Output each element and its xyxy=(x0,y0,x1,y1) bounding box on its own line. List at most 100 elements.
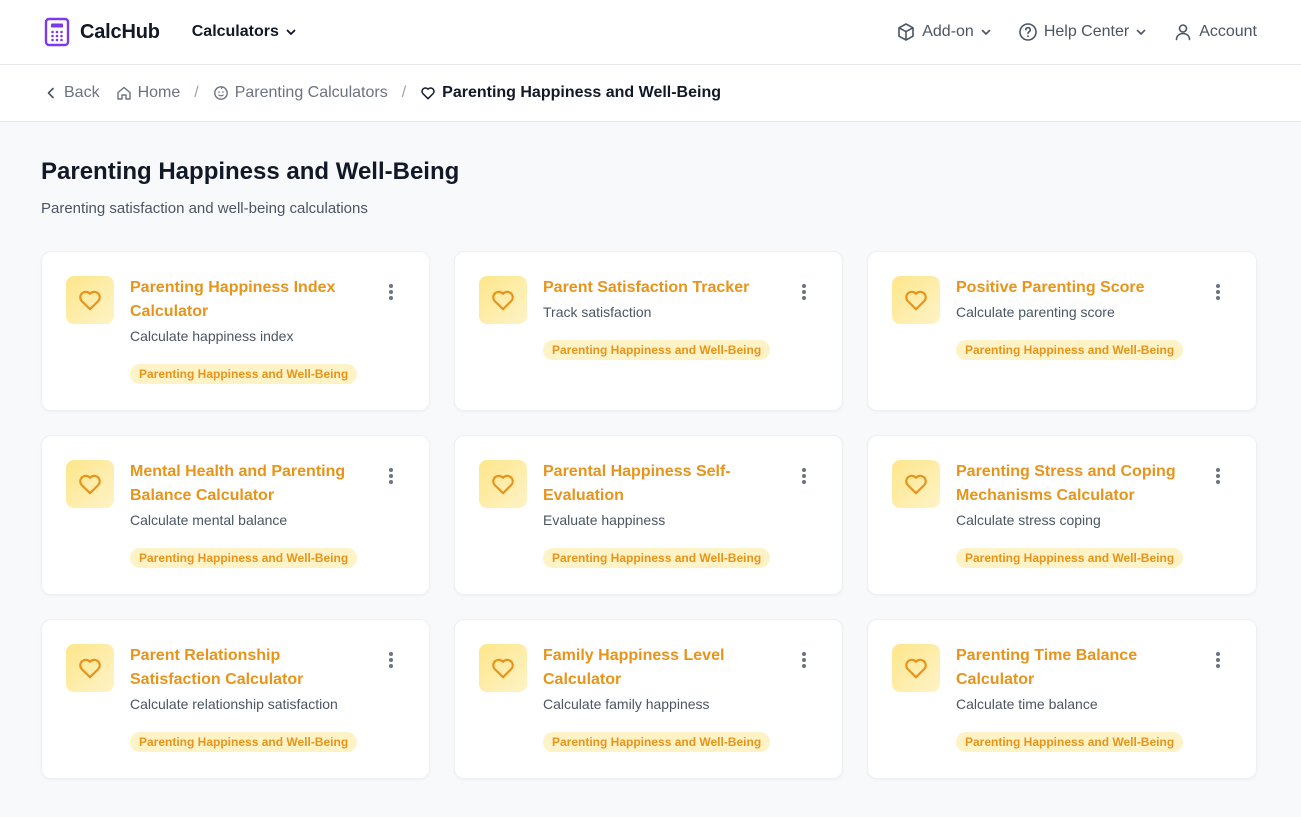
page-title: Parenting Happiness and Well-Being xyxy=(41,158,460,185)
category-tag: Parenting Happiness and Well-Being xyxy=(543,340,771,360)
breadcrumb-separator: / xyxy=(194,84,199,101)
help-center-menu[interactable]: Help Center xyxy=(1018,22,1147,42)
calculator-card[interactable]: Parenting Time Balance Calculator Calcul… xyxy=(867,619,1257,779)
card-description: Evaluate happiness xyxy=(543,512,666,528)
category-tag: Parenting Happiness and Well-Being xyxy=(543,732,771,752)
card-title[interactable]: Parent Relationship Satisfaction Calcula… xyxy=(130,644,371,692)
heart-icon xyxy=(492,290,514,311)
calculator-card[interactable]: Positive Parenting Score Calculate paren… xyxy=(867,251,1257,411)
more-options-icon[interactable] xyxy=(383,282,399,302)
breadcrumb-home[interactable]: Home xyxy=(116,84,181,102)
card-title[interactable]: Mental Health and Parenting Balance Calc… xyxy=(130,460,371,508)
calculator-card[interactable]: Parenting Stress and Coping Mechanisms C… xyxy=(867,435,1257,595)
more-options-icon[interactable] xyxy=(796,650,812,670)
card-title[interactable]: Parenting Stress and Coping Mechanisms C… xyxy=(956,460,1198,508)
heart-icon xyxy=(492,474,514,495)
card-title[interactable]: Family Happiness Level Calculator xyxy=(543,644,784,692)
addon-label: Add-on xyxy=(922,23,974,40)
heart-icon xyxy=(79,474,101,495)
package-icon xyxy=(898,23,915,41)
calculator-card[interactable]: Parent Satisfaction Tracker Track satisf… xyxy=(454,251,843,411)
breadcrumb: Back Home / Parenting Calculators / Pare… xyxy=(0,65,1301,122)
card-icon-box xyxy=(892,276,940,324)
card-description: Calculate time balance xyxy=(956,696,1098,712)
card-icon-box xyxy=(479,460,527,508)
help-circle-icon xyxy=(1019,23,1037,41)
card-description: Calculate relationship satisfaction xyxy=(130,696,338,712)
baby-face-icon xyxy=(213,86,228,100)
breadcrumb-parenting-label: Parenting Calculators xyxy=(234,84,388,101)
card-title[interactable]: Parenting Happiness Index Calculator xyxy=(130,276,371,324)
breadcrumb-current-label: Parenting Happiness and Well-Being xyxy=(442,84,721,101)
heart-icon xyxy=(421,87,435,100)
calculators-menu[interactable]: Calculators xyxy=(192,23,297,41)
card-description: Track satisfaction xyxy=(543,304,652,320)
main-content: Parenting Happiness and Well-Being Paren… xyxy=(0,122,1301,779)
card-description: Calculate parenting score xyxy=(956,304,1115,320)
more-options-icon[interactable] xyxy=(1210,650,1226,670)
heart-icon xyxy=(79,290,101,311)
card-icon-box xyxy=(66,276,114,324)
category-tag: Parenting Happiness and Well-Being xyxy=(130,548,358,568)
chevron-down-icon xyxy=(1136,29,1146,35)
card-icon-box xyxy=(479,276,527,324)
calculator-card[interactable]: Parenting Happiness Index Calculator Cal… xyxy=(41,251,430,411)
addon-menu[interactable]: Add-on xyxy=(896,22,992,42)
account-menu[interactable]: Account xyxy=(1173,22,1257,42)
card-icon-box xyxy=(892,644,940,692)
card-title[interactable]: Parenting Time Balance Calculator xyxy=(956,644,1198,692)
top-navbar: CalcHub Calculators Add-on Help Center A… xyxy=(0,0,1301,65)
calculator-card[interactable]: Mental Health and Parenting Balance Calc… xyxy=(41,435,430,595)
help-center-label: Help Center xyxy=(1043,23,1130,40)
heart-icon xyxy=(79,658,101,679)
heart-icon xyxy=(905,290,927,311)
card-title[interactable]: Parent Satisfaction Tracker xyxy=(543,276,784,300)
back-label: Back xyxy=(64,84,100,101)
page-subtitle: Parenting satisfaction and well-being ca… xyxy=(41,200,368,217)
calculator-card[interactable]: Parent Relationship Satisfaction Calcula… xyxy=(41,619,430,779)
calculator-grid: Parenting Happiness Index Calculator Cal… xyxy=(41,251,1260,779)
header-actions: Add-on Help Center Account xyxy=(896,22,1257,42)
breadcrumb-separator: / xyxy=(401,84,407,101)
back-link[interactable]: Back xyxy=(44,84,100,102)
calculator-card[interactable]: Parental Happiness Self-Evaluation Evalu… xyxy=(454,435,843,595)
category-tag: Parenting Happiness and Well-Being xyxy=(130,364,358,384)
card-description: Calculate happiness index xyxy=(130,328,294,344)
more-options-icon[interactable] xyxy=(796,282,812,302)
breadcrumb-home-label: Home xyxy=(137,84,181,101)
category-tag: Parenting Happiness and Well-Being xyxy=(956,340,1184,360)
category-tag: Parenting Happiness and Well-Being xyxy=(956,548,1184,568)
more-options-icon[interactable] xyxy=(1210,282,1226,302)
calculators-label: Calculators xyxy=(191,23,279,40)
category-tag: Parenting Happiness and Well-Being xyxy=(956,732,1184,752)
chevron-down-icon xyxy=(286,29,296,35)
card-description: Calculate mental balance xyxy=(130,512,288,528)
breadcrumb-parenting[interactable]: Parenting Calculators xyxy=(213,84,388,102)
brand-name: CalcHub xyxy=(80,20,160,43)
card-icon-box xyxy=(66,644,114,692)
home-icon xyxy=(116,86,131,100)
card-title[interactable]: Parental Happiness Self-Evaluation xyxy=(543,460,784,508)
account-label: Account xyxy=(1199,23,1257,40)
heart-icon xyxy=(905,474,927,495)
card-icon-box xyxy=(479,644,527,692)
card-icon-box xyxy=(66,460,114,508)
heart-icon xyxy=(492,658,514,679)
chevron-left-icon xyxy=(47,87,54,99)
more-options-icon[interactable] xyxy=(383,466,399,486)
chevron-down-icon xyxy=(981,29,991,35)
brand-logo[interactable]: CalcHub xyxy=(44,17,160,47)
category-tag: Parenting Happiness and Well-Being xyxy=(130,732,358,752)
card-icon-box xyxy=(892,460,940,508)
more-options-icon[interactable] xyxy=(1210,466,1226,486)
more-options-icon[interactable] xyxy=(796,466,812,486)
breadcrumb-current: Parenting Happiness and Well-Being xyxy=(420,84,721,102)
heart-icon xyxy=(905,658,927,679)
calculator-icon xyxy=(44,17,70,47)
category-tag: Parenting Happiness and Well-Being xyxy=(543,548,771,568)
card-description: Calculate stress coping xyxy=(956,512,1101,528)
calculator-card[interactable]: Family Happiness Level Calculator Calcul… xyxy=(454,619,843,779)
user-icon xyxy=(1175,24,1191,41)
card-title[interactable]: Positive Parenting Score xyxy=(956,276,1198,300)
more-options-icon[interactable] xyxy=(383,650,399,670)
